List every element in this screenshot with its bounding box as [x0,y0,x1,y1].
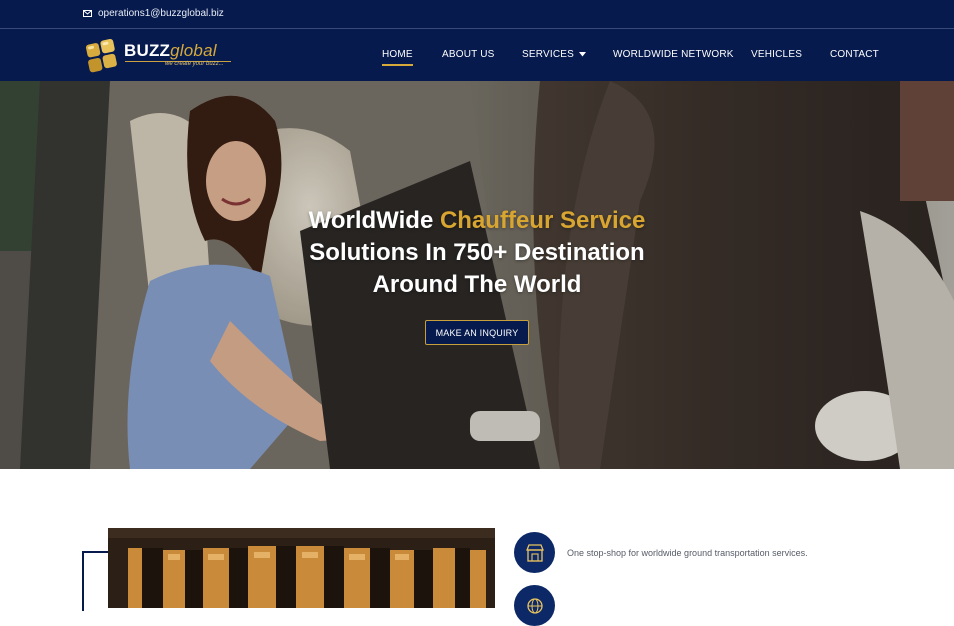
feature-item [514,585,567,626]
shop-icon [525,543,544,562]
nav-item-services[interactable]: SERVICES [522,49,586,60]
nav-item-worldwide-network[interactable]: WORLDWIDE NETWORK [613,49,734,60]
site-logo[interactable]: BUZZglobal we create your buzz... [83,35,233,75]
feature-icon-circle [514,585,555,626]
hero-headline: WorldWide Chauffeur Service Solutions In… [0,205,954,301]
nav-item-label: CONTACT [830,49,879,60]
nav-item-label: SERVICES [522,49,574,60]
about-section: One stop-shop for worldwide ground trans… [0,469,954,626]
nav-item-vehicles[interactable]: VEHICLES [751,49,802,60]
hero-line-1-gold: Chauffeur Service [439,207,646,234]
logo-tagline: we create your buzz... [165,61,224,67]
top-contact-bar: operations1@buzzglobal.biz [0,0,954,29]
envelope-icon [83,10,92,17]
nav-item-home[interactable]: HOME [382,49,413,66]
hero-line-2: Solutions In 750+ Destination [309,239,645,266]
caret-down-icon [579,52,586,57]
contact-email[interactable]: operations1@buzzglobal.biz [83,8,224,19]
hotel-entrance-image [108,528,495,608]
globe-icon [526,597,543,614]
feature-item: One stop-shop for worldwide ground trans… [514,532,808,573]
logo-brand-main: BUZZ [124,41,171,60]
hero-banner: WorldWide Chauffeur Service Solutions In… [0,81,954,469]
nav-item-label: HOME [382,49,413,60]
hotel-photo-graphic [108,528,495,608]
make-inquiry-button[interactable]: MAKE AN INQUIRY [425,320,529,345]
main-navbar: BUZZglobal we create your buzz... HOME A… [0,29,954,81]
nav-item-about-us[interactable]: ABOUT US [442,49,495,60]
logo-mark-icon [85,38,117,73]
nav-item-label: ABOUT US [442,49,495,60]
feature-icon-circle [514,532,555,573]
nav-item-contact[interactable]: CONTACT [830,49,879,60]
hero-line-1-white: WorldWide [308,207,440,234]
hero-line-3: Around The World [372,271,582,298]
logo-brand-accent: global [170,41,217,60]
logo-wordmark: BUZZglobal [124,41,217,61]
feature-text: One stop-shop for worldwide ground trans… [567,547,808,558]
contact-email-text[interactable]: operations1@buzzglobal.biz [98,8,224,19]
nav-item-label: VEHICLES [751,49,803,60]
nav-item-label: WORLDWIDE NETWORK [613,49,734,60]
hero-line-1: WorldWide Chauffeur Service [0,205,954,237]
